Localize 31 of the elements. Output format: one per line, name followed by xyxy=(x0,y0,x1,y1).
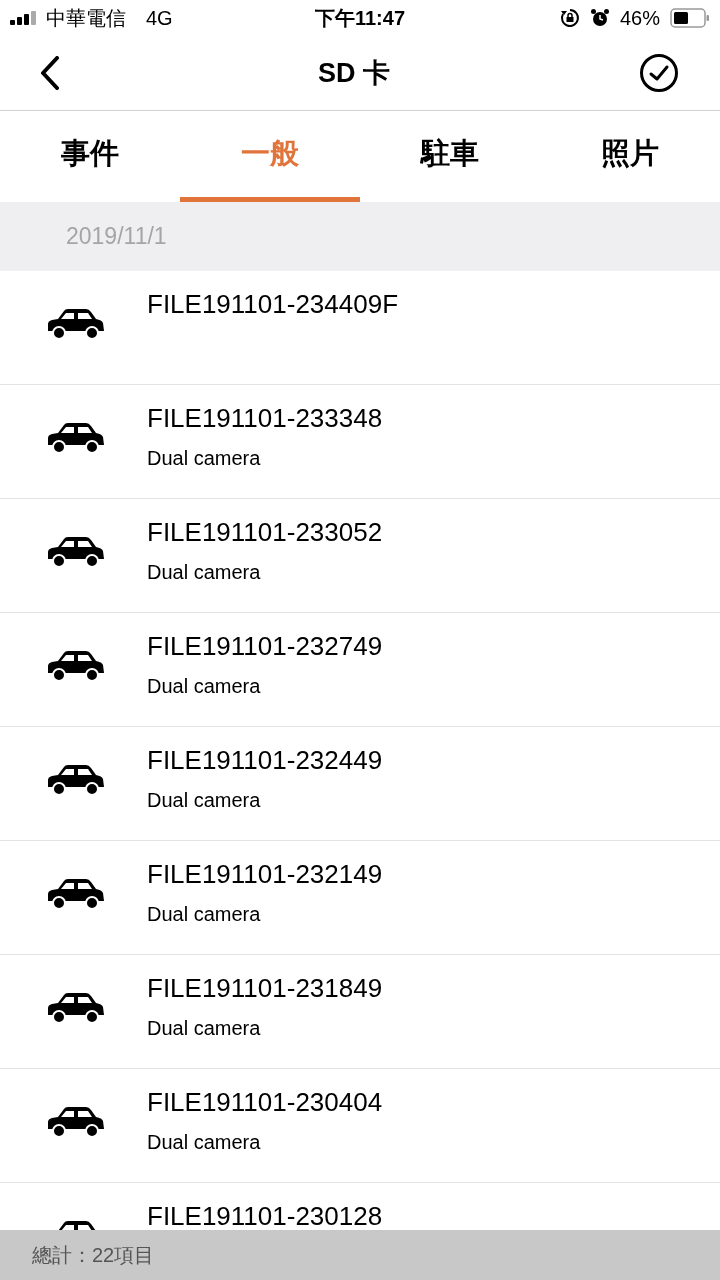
battery-icon xyxy=(670,8,710,28)
file-detail: Dual camera xyxy=(147,446,262,471)
file-detail: Dual camera xyxy=(147,1016,262,1041)
battery-percent: 46% xyxy=(619,6,660,31)
page-title: SD 卡 xyxy=(318,56,390,90)
section-date: 2019/11/1 xyxy=(66,222,167,252)
file-detail: Dual camera xyxy=(147,560,262,585)
network-type: 4G xyxy=(146,6,173,31)
tab[interactable]: 照片 xyxy=(540,111,720,202)
file-name: FILE191101-232449 xyxy=(147,744,383,777)
file-name: FILE191101-233052 xyxy=(147,516,383,549)
alarm-icon xyxy=(589,8,610,28)
file-detail: Dual camera xyxy=(147,674,262,699)
status-time: 下午11:47 xyxy=(314,6,406,31)
file-name: FILE191101-231849 xyxy=(147,972,383,1005)
tab[interactable]: 駐車 xyxy=(360,111,540,202)
file-detail: Dual camera xyxy=(147,788,262,813)
carrier-name: 中華電信 xyxy=(46,6,126,31)
tab[interactable]: 事件 xyxy=(0,111,180,202)
file-detail: Dual camera xyxy=(147,902,262,927)
confirm-button[interactable] xyxy=(638,52,680,94)
file-name: FILE191101-230404 xyxy=(147,1086,383,1119)
total-count: 總計：22項目 xyxy=(32,1243,155,1268)
file-name: FILE191101-233348 xyxy=(147,402,383,435)
file-name: FILE191101-232149 xyxy=(147,858,383,891)
signal-icon xyxy=(10,11,38,25)
rotation-lock-icon xyxy=(559,8,580,28)
file-detail: Dual camera xyxy=(147,1130,262,1155)
file-name: FILE191101-232749 xyxy=(147,630,383,663)
file-name: FILE191101-234409F xyxy=(147,288,399,321)
file-name: FILE191101-230128 xyxy=(147,1200,383,1230)
